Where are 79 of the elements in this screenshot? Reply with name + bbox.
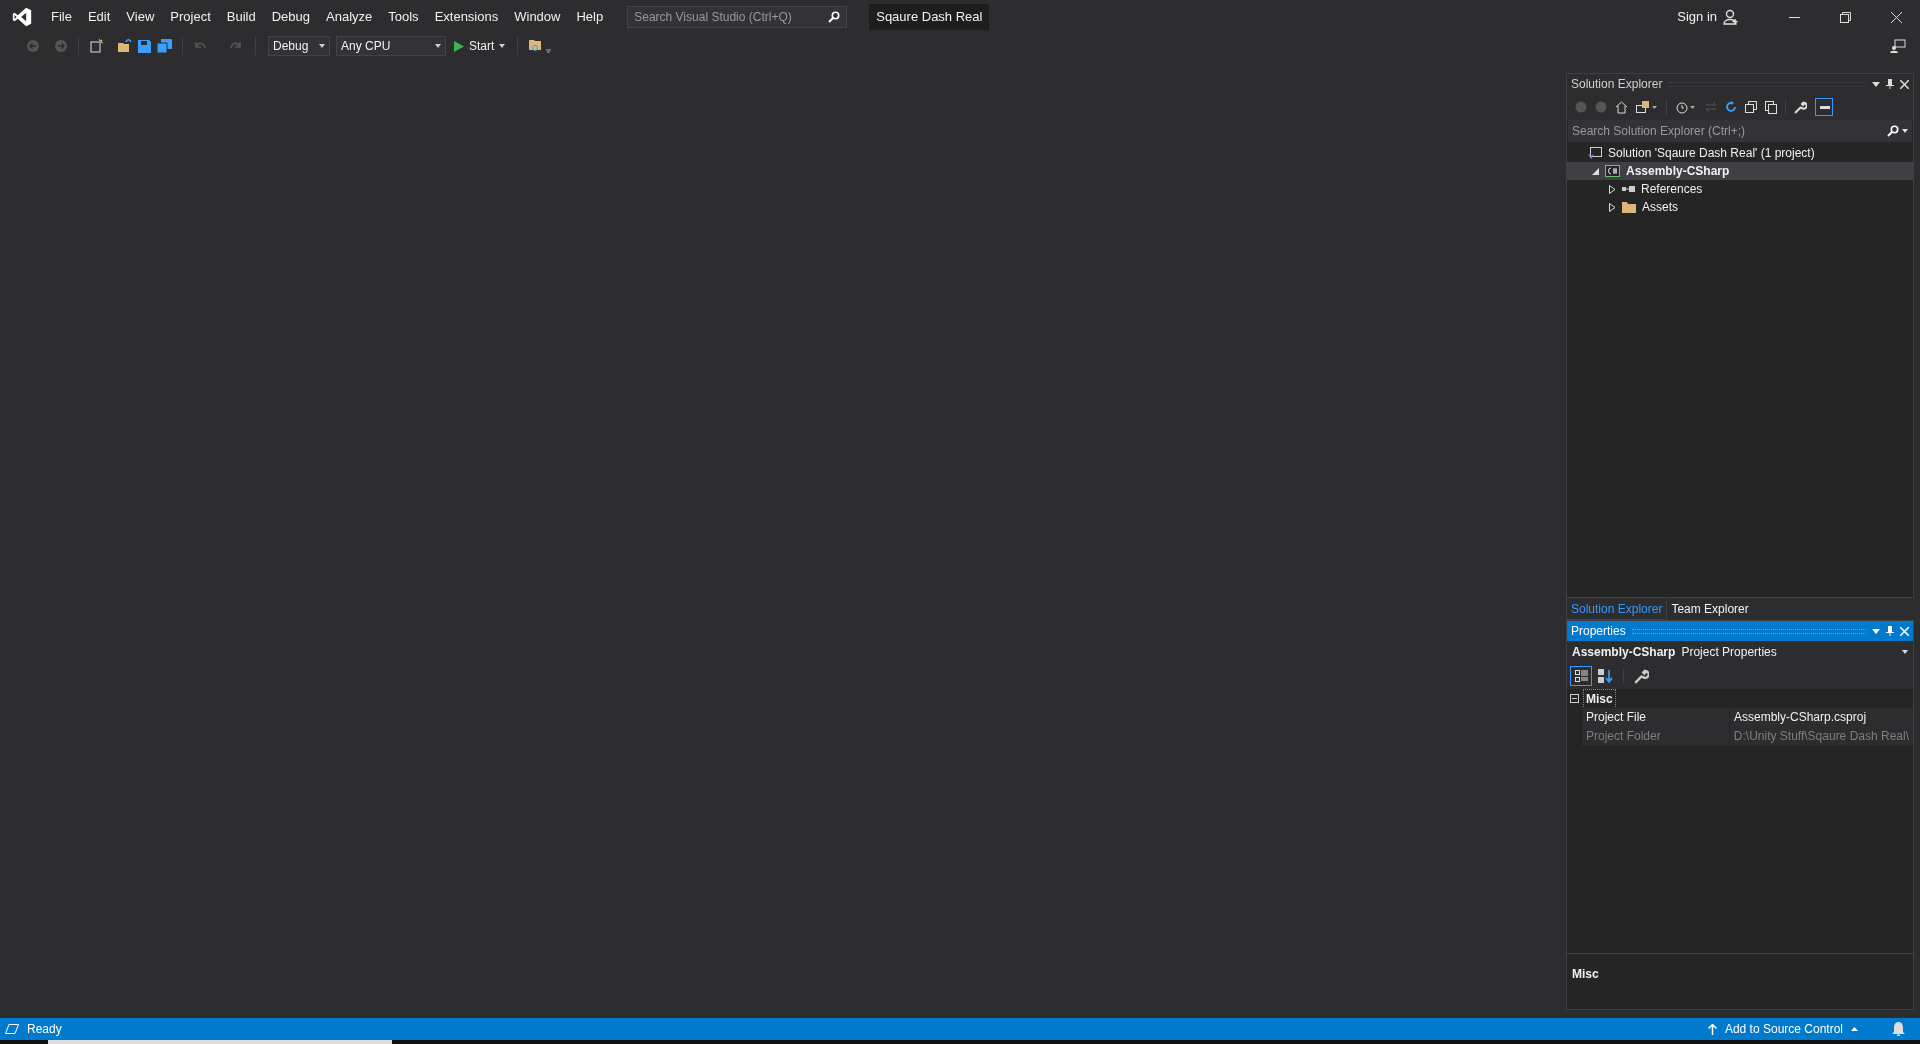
pin-icon[interactable] xyxy=(1886,79,1894,89)
home-icon[interactable] xyxy=(1615,100,1628,114)
save-icon[interactable] xyxy=(138,39,151,53)
search-field[interactable]: Search Solution Explorer (Ctrl+;) xyxy=(1568,120,1885,142)
search-field[interactable]: Search Visual Studio (Ctrl+Q) xyxy=(627,6,848,28)
dropdown-arrow-icon[interactable] xyxy=(499,44,506,48)
configuration-dropdown[interactable]: Debug xyxy=(268,36,330,56)
solution-name: Sqaure Dash Real xyxy=(869,4,990,30)
arrow-up-icon xyxy=(1707,1023,1717,1035)
menu-item[interactable]: Window xyxy=(506,7,569,27)
expanded-arrow-icon[interactable] xyxy=(1592,167,1599,175)
menu-item[interactable]: Project xyxy=(162,7,219,27)
folder-search-icon[interactable] xyxy=(528,38,553,54)
collapse-all-icon[interactable] xyxy=(1745,101,1757,113)
dropdown-arrow-icon[interactable] xyxy=(319,44,325,48)
close-icon[interactable] xyxy=(1900,79,1909,89)
pin-icon[interactable] xyxy=(1886,626,1894,636)
platform-dropdown[interactable]: Any CPU xyxy=(336,36,446,56)
save-all-icon[interactable] xyxy=(157,39,172,53)
status-text: Ready xyxy=(27,1021,62,1038)
open-folder-icon[interactable] xyxy=(117,39,132,53)
categorized-icon xyxy=(1574,670,1588,682)
dropdown-icon xyxy=(1902,650,1908,654)
panel-tab[interactable]: Team Explorer xyxy=(1667,598,1753,620)
menu-item[interactable]: View xyxy=(118,7,163,27)
status-icon xyxy=(5,1024,19,1034)
sort-alphabetical-icon[interactable] xyxy=(1598,669,1613,683)
menu-item[interactable]: File xyxy=(43,7,80,27)
menu-item[interactable]: Debug xyxy=(263,7,318,27)
menu-item[interactable]: Edit xyxy=(79,7,119,27)
tree-item[interactable]: Assets xyxy=(1567,198,1913,216)
menu-item[interactable]: Analyze xyxy=(318,7,381,27)
visual-studio-logo-icon xyxy=(10,7,34,27)
start-button[interactable]: Start xyxy=(452,37,508,55)
categorized-button[interactable] xyxy=(1570,666,1592,686)
add-to-source-control-button[interactable]: Add to Source Control xyxy=(1707,1020,1858,1038)
panel-title: Solution Explorer xyxy=(1571,76,1663,93)
menu-item[interactable]: Tools xyxy=(380,7,427,27)
tree-item[interactable]: References xyxy=(1567,180,1913,198)
preview-toggle-button[interactable] xyxy=(1815,98,1833,116)
history-icon[interactable] xyxy=(1675,100,1697,114)
wrench-icon[interactable] xyxy=(1794,100,1807,114)
folder-icon xyxy=(1622,201,1636,213)
tree-item[interactable]: Assembly-CSharp xyxy=(1567,162,1913,180)
menu-item[interactable]: Extensions xyxy=(426,7,507,27)
dropdown-icon[interactable] xyxy=(1872,628,1880,634)
search-icon xyxy=(828,11,841,23)
solution-icon xyxy=(1588,146,1602,160)
property-value[interactable]: Assembly-CSharp.csproj xyxy=(1730,708,1913,726)
copy-icon[interactable] xyxy=(1765,100,1777,114)
search-options-button[interactable] xyxy=(1885,120,1912,142)
collapse-toggle[interactable] xyxy=(1570,694,1579,703)
user-add-icon[interactable] xyxy=(1723,9,1739,25)
dropdown-icon xyxy=(1902,129,1908,133)
switch-views-icon[interactable] xyxy=(1636,100,1658,114)
close-icon[interactable] xyxy=(1891,11,1902,23)
panel-title: Properties xyxy=(1571,623,1626,640)
sign-in-link[interactable]: Sign in xyxy=(1677,7,1717,27)
search-icon xyxy=(1887,125,1899,137)
refresh-icon[interactable] xyxy=(1725,101,1737,113)
property-name: Project File xyxy=(1582,708,1730,726)
references-icon xyxy=(1622,185,1635,193)
notification-bell-icon[interactable] xyxy=(1892,1022,1905,1036)
restore-icon[interactable] xyxy=(1840,11,1851,23)
new-project-icon[interactable] xyxy=(89,39,103,53)
dropdown-icon[interactable] xyxy=(1872,81,1880,87)
menu-item[interactable]: Help xyxy=(568,7,612,27)
tree-item[interactable]: Solution 'Sqaure Dash Real' (1 project) xyxy=(1567,144,1913,162)
object-selector[interactable]: Assembly-CSharp Project Properties xyxy=(1567,641,1913,663)
dropdown-arrow-icon[interactable] xyxy=(435,44,441,48)
property-name: Project Folder xyxy=(1582,727,1730,745)
panel-tab[interactable]: Solution Explorer xyxy=(1566,598,1668,620)
caret-up-icon xyxy=(1851,1027,1858,1031)
wrench-icon[interactable] xyxy=(1634,668,1649,684)
menu-item[interactable]: Build xyxy=(218,7,264,27)
play-icon xyxy=(454,40,464,52)
feedback-icon[interactable] xyxy=(1890,39,1906,53)
description-title: Misc xyxy=(1572,967,1599,981)
csharp-project-icon xyxy=(1605,165,1620,177)
